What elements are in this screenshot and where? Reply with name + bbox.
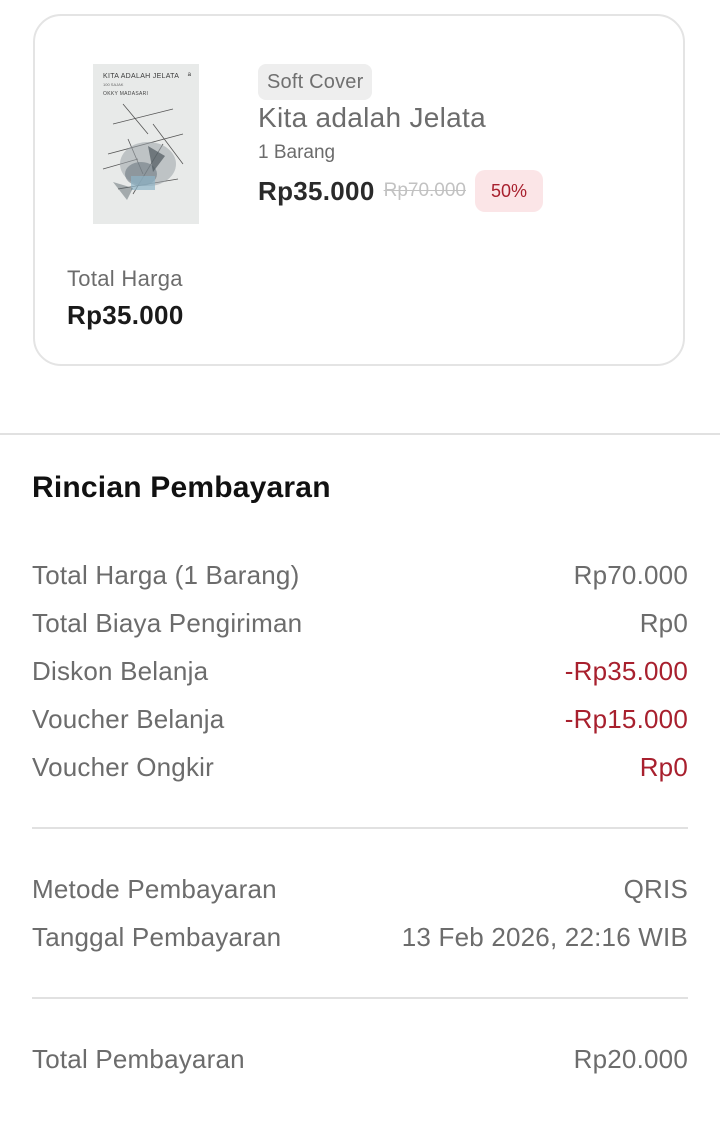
section-separator [0,433,720,435]
row-value: Rp70.000 [573,559,688,590]
card-total-label: Total Harga [67,266,183,291]
payment-method-row: Metode Pembayaran QRIS [32,872,688,906]
card-total-value: Rp35.000 [67,300,184,330]
price-row: Rp35.000 Rp70.000 50% [258,170,544,212]
payment-row-discount: Diskon Belanja -Rp35.000 [32,654,688,688]
payment-date-label: Tanggal Pembayaran [32,921,282,952]
book-cover-title: KITA ADALAH JELATA [103,73,180,80]
divider [32,827,688,829]
original-price: Rp70.000 [383,180,466,201]
row-label: Total Biaya Pengiriman [32,607,303,638]
total-payment-row: Total Pembayaran Rp20.000 [32,1042,688,1076]
total-payment-value: Rp20.000 [573,1043,688,1074]
product-quantity: 1 Barang [258,142,336,163]
payment-row-shipping: Total Biaya Pengiriman Rp0 [32,606,688,640]
book-cover-illustration [93,64,199,224]
row-value: Rp0 [639,607,688,638]
divider [32,997,688,999]
payment-date-row: Tanggal Pembayaran 13 Feb 2026, 22:16 WI… [32,920,688,954]
product-card[interactable]: KITA ADALAH JELATA 100 SAJAK OKKY MADASA… [33,14,685,366]
row-value: Rp0 [639,751,688,782]
payment-row-voucher: Voucher Belanja -Rp15.000 [32,702,688,736]
cover-type-badge: Soft Cover [258,64,373,100]
payment-method-value: QRIS [623,873,688,904]
total-payment-label: Total Pembayaran [32,1043,245,1074]
product-price: Rp35.000 [258,175,375,206]
row-label: Total Harga (1 Barang) [32,559,300,590]
book-cover-subtitle: 100 SAJAK [103,82,124,87]
payment-row-total-price: Total Harga (1 Barang) Rp70.000 [32,558,688,592]
product-title[interactable]: Kita adalah Jelata [258,102,486,134]
book-cover-image[interactable]: KITA ADALAH JELATA 100 SAJAK OKKY MADASA… [93,64,199,224]
row-value: -Rp15.000 [564,703,688,734]
row-label: Diskon Belanja [32,655,209,686]
publisher-logo: a [187,72,191,78]
order-detail-page: KITA ADALAH JELATA 100 SAJAK OKKY MADASA… [0,0,720,1126]
payment-method-label: Metode Pembayaran [32,873,277,904]
row-label: Voucher Ongkir [32,751,215,782]
payment-date-value: 13 Feb 2026, 22:16 WIB [401,921,688,952]
book-cover-author: OKKY MADASARI [103,91,149,97]
payment-row-shipping-voucher: Voucher Ongkir Rp0 [32,750,688,784]
discount-badge: 50% [475,170,544,212]
payment-details-title: Rincian Pembayaran [32,471,331,504]
row-value: -Rp35.000 [564,655,688,686]
row-label: Voucher Belanja [32,703,225,734]
